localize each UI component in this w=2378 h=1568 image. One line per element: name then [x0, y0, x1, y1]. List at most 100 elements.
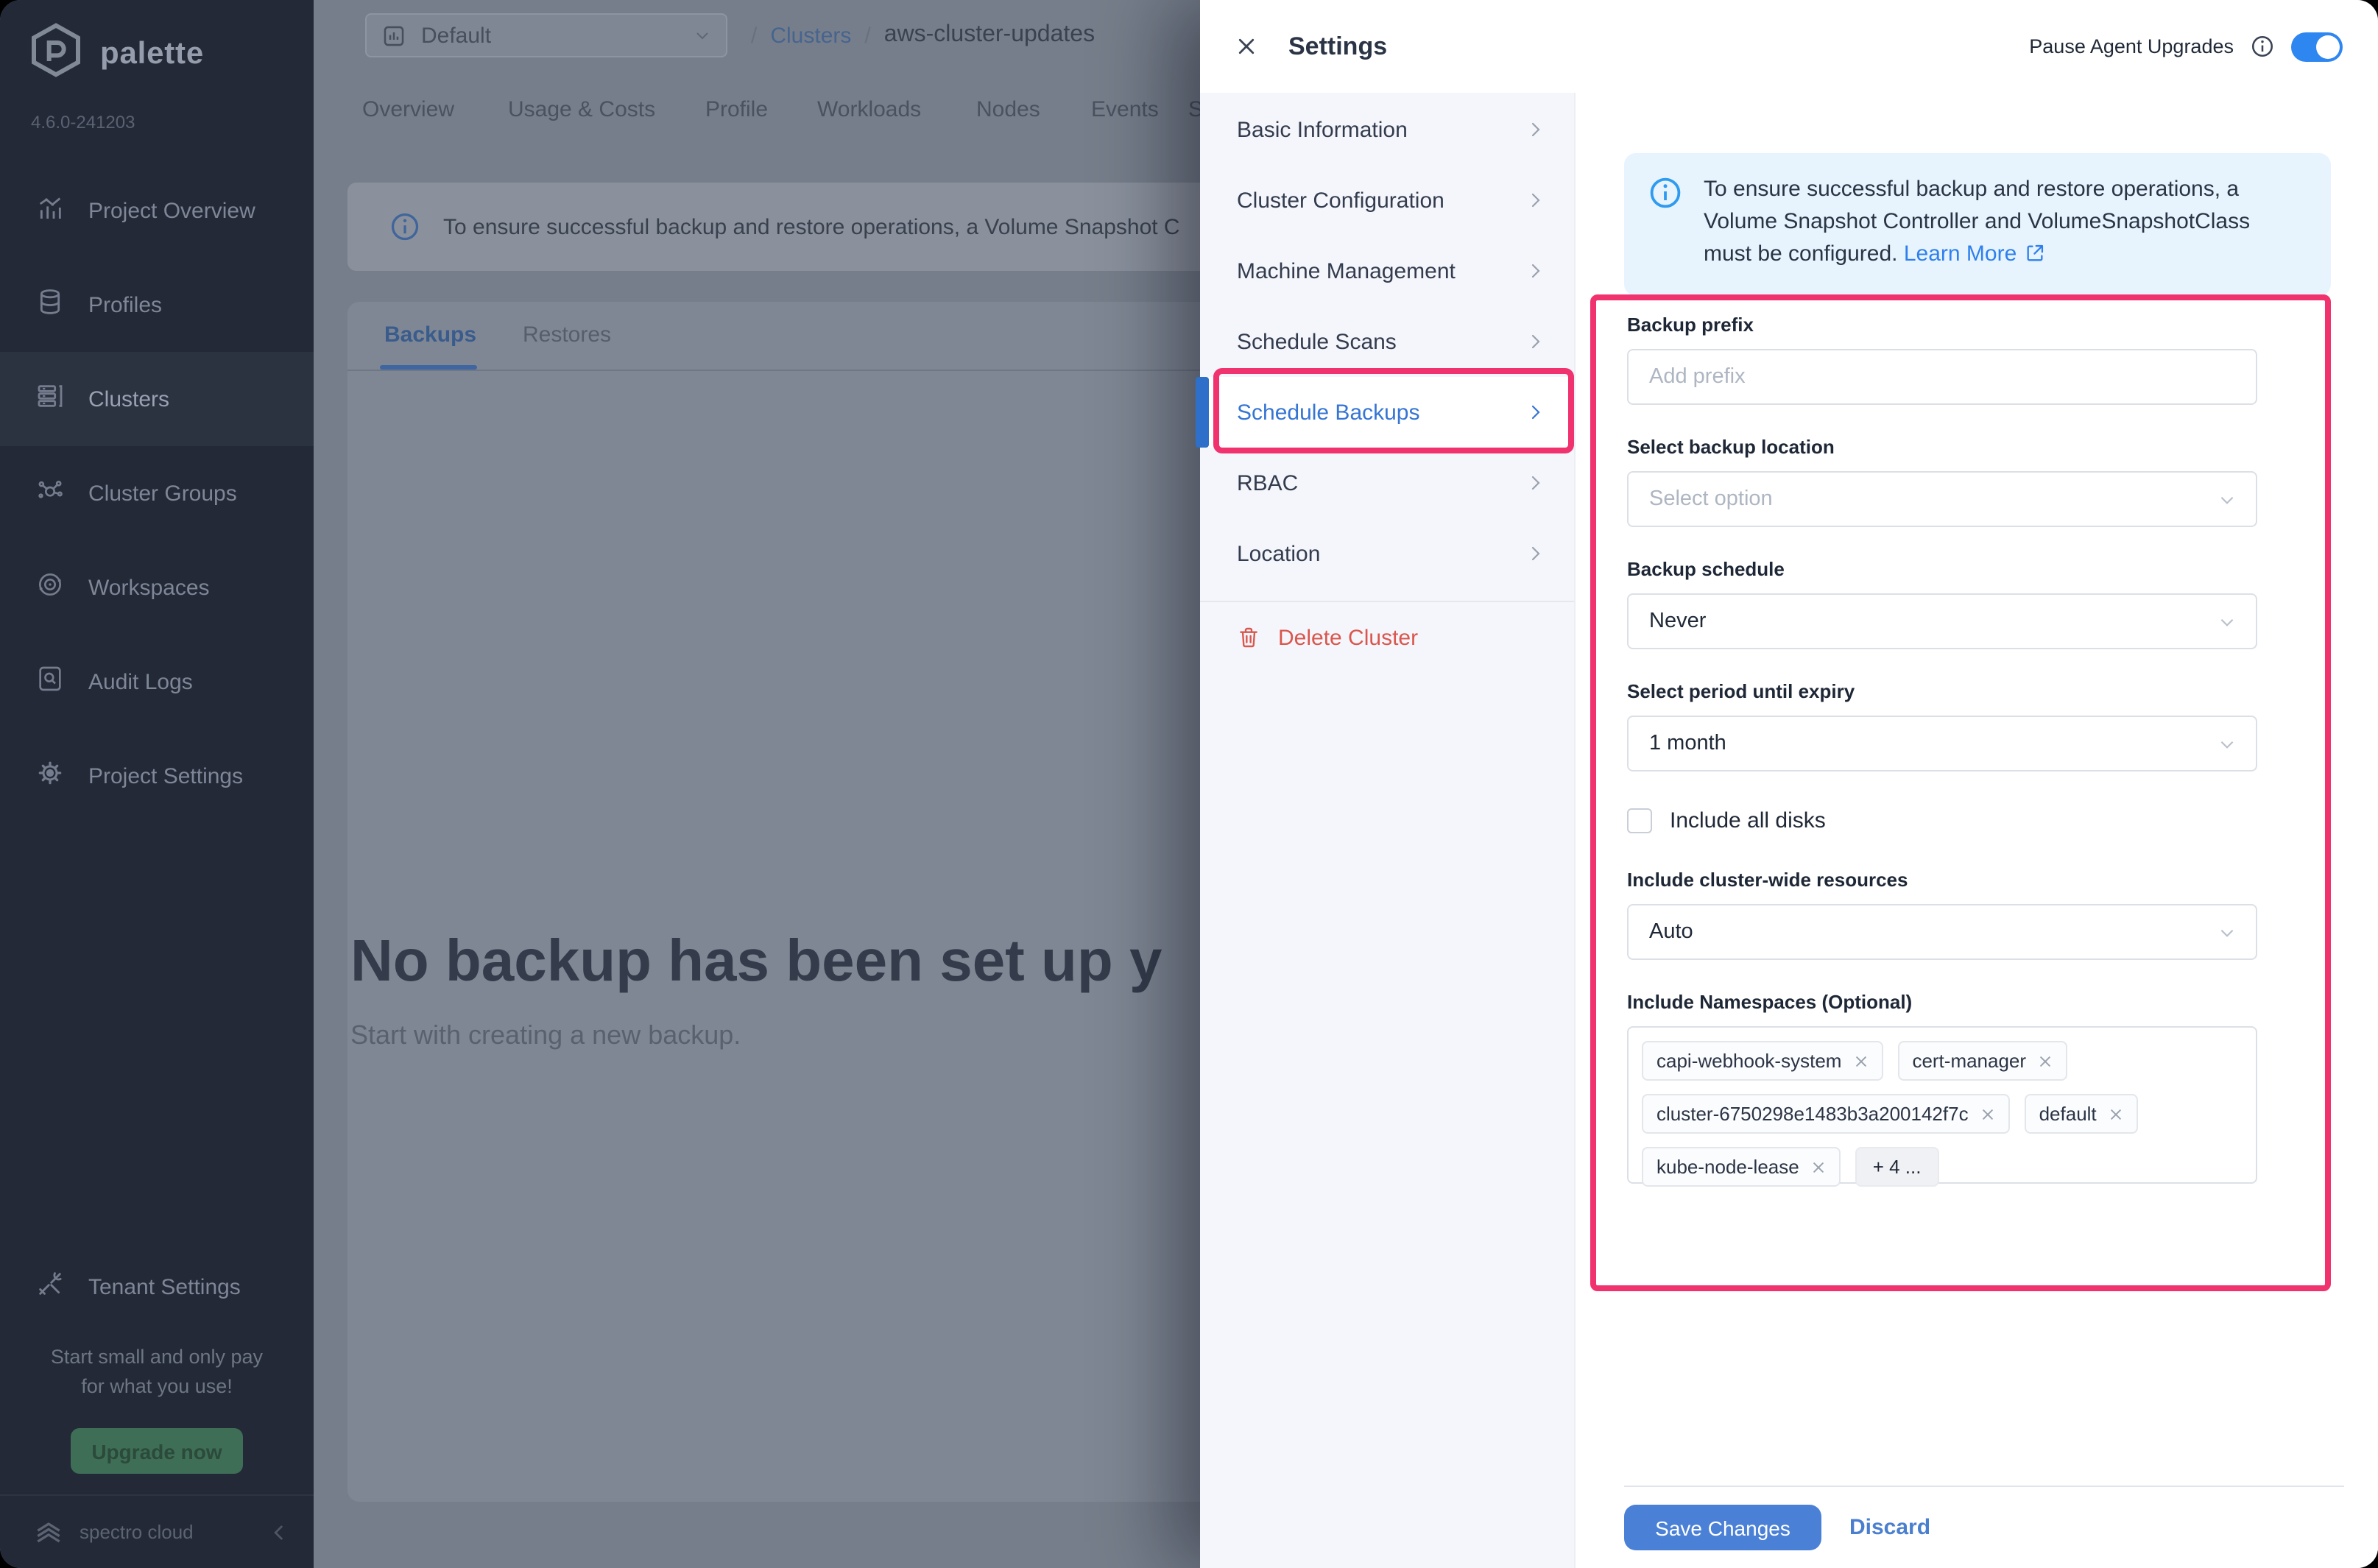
database-icon: [35, 287, 65, 322]
remove-chip-icon[interactable]: [2038, 1053, 2053, 1068]
sidebar-item-profiles[interactable]: Profiles: [0, 258, 314, 352]
info-icon[interactable]: [2250, 34, 2275, 59]
discard-button[interactable]: Discard: [1841, 1515, 1939, 1540]
backup-schedule-label: Backup schedule: [1627, 558, 1785, 580]
app-window: palette 4.6.0-241203 Project Overview Pr…: [0, 0, 2378, 1568]
banner-text: To ensure successful backup and restore …: [443, 214, 1180, 239]
save-changes-button[interactable]: Save Changes: [1624, 1505, 1821, 1550]
app-version: 4.6.0-241203: [31, 112, 135, 133]
pause-agent-upgrades-toggle[interactable]: [2291, 32, 2343, 61]
sidebar-item-project-settings[interactable]: Project Settings: [0, 729, 314, 823]
nav-item-label: Schedule Scans: [1237, 329, 1397, 354]
remove-chip-icon[interactable]: [1811, 1159, 1826, 1174]
sidebar-item-cluster-groups[interactable]: Cluster Groups: [0, 446, 314, 540]
settings-nav: Basic Information Cluster Configuration …: [1200, 93, 1576, 1568]
footer-actions: Save Changes Discard: [1624, 1505, 1939, 1550]
settings-nav-cluster-configuration[interactable]: Cluster Configuration: [1200, 165, 1574, 236]
cluster-wide-label: Include cluster-wide resources: [1627, 869, 1908, 891]
nav-item-label: Cluster Configuration: [1237, 188, 1444, 213]
tab-usage-costs[interactable]: Usage & Costs: [508, 97, 655, 122]
trash-icon: [1237, 626, 1260, 649]
settings-nav-rbac[interactable]: RBAC: [1200, 448, 1574, 518]
sidebar-footer: spectro cloud: [0, 1494, 314, 1568]
close-icon[interactable]: [1235, 35, 1257, 57]
tab-restores[interactable]: Restores: [523, 322, 611, 347]
sidebar-item-workspaces[interactable]: Workspaces: [0, 540, 314, 635]
server-icon: [35, 381, 65, 417]
chip-label: capi-webhook-system: [1657, 1050, 1842, 1072]
breadcrumb-current: aws-cluster-updates: [883, 22, 1095, 47]
settings-content: To ensure successful backup and restore …: [1576, 93, 2378, 1568]
project-chart-icon: [381, 23, 406, 48]
namespaces-multiselect[interactable]: capi-webhook-system cert-manager cluster…: [1627, 1026, 2257, 1187]
external-link-icon: [2024, 241, 2044, 274]
chart-icon: [35, 193, 65, 228]
tab-nodes[interactable]: Nodes: [976, 97, 1040, 122]
backup-location-placeholder: Select option: [1649, 487, 1773, 511]
audit-log-icon: [35, 664, 65, 699]
chip-label: kube-node-lease: [1657, 1156, 1799, 1178]
backup-location-select[interactable]: Select option: [1627, 471, 2257, 527]
collapse-sidebar-icon[interactable]: [269, 1522, 290, 1542]
backup-prefix-field-group: Backup prefix: [1627, 314, 2325, 405]
backup-prefix-input[interactable]: [1627, 349, 2257, 405]
namespace-chip: kube-node-lease: [1642, 1147, 1841, 1187]
info-icon: [1648, 175, 1683, 274]
remove-chip-icon[interactable]: [1853, 1053, 1868, 1068]
sidebar-item-label: Audit Logs: [88, 669, 193, 694]
network-nodes-icon: [35, 476, 65, 511]
expiry-select[interactable]: 1 month: [1627, 716, 2257, 771]
info-icon: [389, 211, 421, 243]
delete-cluster-label: Delete Cluster: [1278, 625, 1419, 650]
sidebar-item-label: Project Overview: [88, 198, 255, 223]
settings-nav-location[interactable]: Location: [1200, 518, 1574, 589]
settings-modal-header: Settings Pause Agent Upgrades: [1200, 0, 2378, 93]
tab-events[interactable]: Events: [1091, 97, 1159, 122]
settings-nav-basic-information[interactable]: Basic Information: [1200, 94, 1574, 165]
footer-divider: [1624, 1486, 2344, 1487]
empty-state-title: No backup has been set up y: [350, 929, 1162, 994]
namespace-chip: cert-manager: [1897, 1041, 2068, 1081]
include-all-disks-label: Include all disks: [1670, 808, 1826, 833]
chevron-right-icon: [1527, 333, 1545, 350]
remove-chip-icon[interactable]: [2109, 1106, 2123, 1121]
sidebar-item-clusters[interactable]: Clusters: [0, 352, 314, 446]
sidebar-item-tenant-settings[interactable]: Tenant Settings: [0, 1240, 314, 1334]
tab-profile[interactable]: Profile: [705, 97, 768, 122]
sidebar-item-label: Cluster Groups: [88, 481, 237, 506]
chevron-right-icon: [1527, 403, 1545, 421]
upgrade-now-button[interactable]: Upgrade now: [71, 1428, 243, 1474]
delete-cluster-button[interactable]: Delete Cluster: [1200, 602, 1574, 673]
gear-icon: [35, 758, 65, 794]
tab-workloads[interactable]: Workloads: [817, 97, 921, 122]
settings-nav-schedule-backups[interactable]: Schedule Backups: [1200, 377, 1574, 448]
settings-nav-machine-management[interactable]: Machine Management: [1200, 236, 1574, 306]
learn-more-link[interactable]: Learn More: [1904, 241, 2017, 266]
info-banner-text: To ensure successful backup and restore …: [1704, 174, 2298, 274]
sidebar-item-label: Clusters: [88, 386, 170, 412]
tab-backups[interactable]: Backups: [384, 322, 476, 347]
sidebar-item-project-overview[interactable]: Project Overview: [0, 163, 314, 258]
backup-schedule-select[interactable]: Never: [1627, 593, 2257, 649]
backup-schedule-field-group: Backup schedule Never: [1627, 558, 2325, 649]
more-namespaces-chip[interactable]: + 4 ...: [1855, 1147, 1939, 1187]
backup-location-label: Select backup location: [1627, 436, 1835, 458]
sidebar-item-label: Tenant Settings: [88, 1274, 241, 1299]
sidebar-item-audit-logs[interactable]: Audit Logs: [0, 635, 314, 729]
remove-chip-icon[interactable]: [1980, 1106, 1995, 1121]
breadcrumb-clusters-link[interactable]: Clusters: [770, 23, 851, 48]
cluster-wide-select[interactable]: Auto: [1627, 904, 2257, 960]
tab-overview[interactable]: Overview: [362, 97, 454, 122]
pause-agent-upgrades-label: Pause Agent Upgrades: [2029, 35, 2234, 57]
chevron-right-icon: [1527, 262, 1545, 280]
include-all-disks-checkbox[interactable]: [1627, 808, 1652, 833]
settings-nav-schedule-scans[interactable]: Schedule Scans: [1200, 306, 1574, 377]
project-selector[interactable]: Default: [365, 13, 727, 57]
nav-item-label: Machine Management: [1237, 258, 1456, 283]
chip-label: default: [2039, 1103, 2097, 1125]
spectro-cloud-brand: spectro cloud: [0, 1516, 194, 1548]
nav-item-label: RBAC: [1237, 470, 1299, 495]
spectro-cloud-logo-icon: [32, 1516, 65, 1548]
breadcrumb: / Clusters / aws-cluster-updates: [751, 13, 1095, 57]
chip-label: cert-manager: [1912, 1050, 2027, 1072]
